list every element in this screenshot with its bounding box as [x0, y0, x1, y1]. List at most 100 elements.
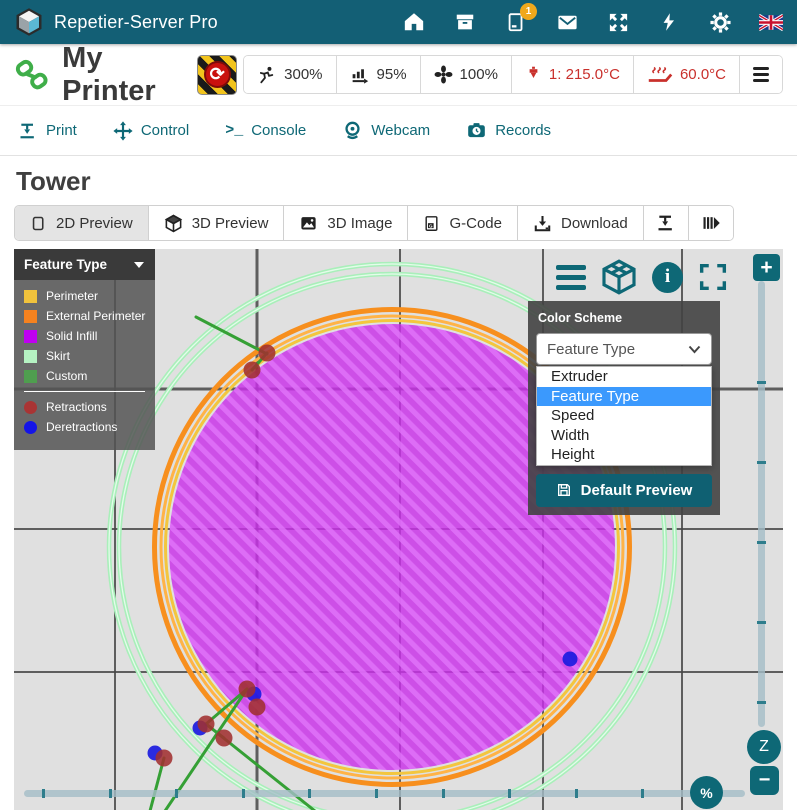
fan-value: 100% [460, 66, 498, 83]
legend-title: Feature Type [24, 257, 107, 272]
color-scheme-option[interactable]: Extruder [537, 367, 711, 387]
reset-icon: ⟳ [204, 61, 231, 88]
tab-label: Print [46, 122, 77, 139]
print-icon [18, 121, 38, 141]
slider-tick [641, 789, 644, 798]
printer-link-icon [14, 56, 50, 94]
zoom-out-button[interactable]: − [750, 766, 779, 795]
gcode-button[interactable]: G G-Code [408, 206, 518, 240]
settings-gear-icon[interactable] [708, 10, 732, 34]
reprint-button[interactable] [644, 206, 689, 240]
printer-tabs: Print Control >_ Console Webcam Records [0, 106, 797, 156]
color-scheme-option[interactable]: Feature Type [537, 387, 711, 407]
image-icon [299, 214, 318, 233]
bed-temp-chip[interactable]: 60.0°C [634, 56, 740, 93]
legend-item: External Perimeter [24, 309, 155, 323]
slider-tick [757, 381, 766, 384]
z-mode-button[interactable]: Z [747, 730, 781, 764]
color-scheme-select[interactable]: Feature Type [536, 333, 712, 365]
chevron-down-icon [688, 345, 701, 354]
tab-print[interactable]: Print [18, 121, 77, 141]
tab-records[interactable]: Records [466, 120, 551, 141]
fan-chip[interactable]: 100% [421, 56, 512, 93]
canvas-toolbar: i [556, 257, 730, 297]
slider-tick [308, 789, 311, 798]
tab-label: Webcam [371, 122, 430, 139]
power-bolt-icon[interactable] [657, 10, 681, 34]
default-preview-button[interactable]: Default Preview [536, 474, 712, 507]
zoom-in-button[interactable]: + [753, 254, 780, 281]
flow-chip[interactable]: 95% [337, 56, 421, 93]
extruder-nozzle-icon [525, 65, 542, 84]
button-label: 3D Preview [192, 215, 269, 232]
bed-temp-value: 60.0°C [680, 66, 726, 83]
legend-item: Deretractions [24, 420, 155, 434]
legend-item: Retractions [24, 400, 155, 414]
slider-tick [109, 789, 112, 798]
layer-play-button[interactable] [689, 206, 733, 240]
button-label: 2D Preview [56, 215, 133, 232]
slider-tick [242, 789, 245, 798]
svg-text:G: G [429, 223, 433, 228]
printer-menu-button[interactable] [740, 56, 782, 93]
legend-color-swatch [24, 330, 37, 343]
flow-value: 95% [377, 66, 407, 83]
percent-button[interactable]: % [690, 776, 723, 809]
view-3d-image-button[interactable]: 3D Image [284, 206, 408, 240]
speed-chip[interactable]: 300% [244, 56, 336, 93]
button-label: G-Code [449, 215, 502, 232]
webcam-icon [342, 120, 363, 141]
color-scheme-option[interactable]: Speed [537, 406, 711, 426]
print-queue-icon[interactable]: 1 [504, 10, 528, 34]
view-3d-preview-button[interactable]: 3D Preview [149, 206, 285, 240]
tab-console[interactable]: >_ Console [225, 122, 306, 139]
preview-toolbar: 2D Preview 3D Preview 3D Image G G-Code [14, 205, 734, 241]
home-icon[interactable] [402, 10, 426, 34]
legend-header-dropdown[interactable]: Feature Type [14, 249, 155, 280]
square-outline-icon [30, 214, 47, 233]
printer-header: My Printer ⟳ 300% 95% [0, 44, 797, 106]
extruder-temp-chip[interactable]: 1: 215.0°C [512, 56, 634, 93]
button-label: 3D Image [327, 215, 392, 232]
legend-color-swatch [24, 350, 37, 363]
preview-menu-icon[interactable] [556, 265, 586, 290]
selected-option: Feature Type [547, 341, 635, 358]
tab-control[interactable]: Control [113, 121, 189, 141]
tab-webcam[interactable]: Webcam [342, 120, 430, 141]
legend-item-label: External Perimeter [46, 309, 145, 323]
layers-play-icon [701, 213, 721, 233]
view-2d-preview-button[interactable]: 2D Preview [15, 206, 149, 240]
legend-item-label: Retractions [46, 400, 107, 414]
vertical-layer-slider[interactable] [758, 281, 765, 727]
slider-tick [175, 789, 178, 798]
slider-tick [375, 789, 378, 798]
printer-icon [656, 213, 676, 233]
color-scheme-label: Color Scheme [538, 311, 712, 325]
brand[interactable]: Repetier-Server Pro [14, 7, 218, 37]
info-icon[interactable]: i [652, 262, 683, 293]
color-scheme-option[interactable]: Height [537, 445, 711, 465]
job-title: Tower [16, 166, 797, 197]
feature-legend: Feature Type PerimeterExternal Perimeter… [14, 249, 155, 450]
fullscreen-icon[interactable] [696, 260, 730, 294]
records-camera-icon [466, 120, 487, 141]
emergency-stop-button[interactable]: ⟳ [197, 55, 237, 95]
messages-icon[interactable] [555, 10, 579, 34]
button-label: Download [561, 215, 628, 232]
download-button[interactable]: Download [518, 206, 644, 240]
cube-3d-icon[interactable] [599, 257, 639, 297]
slider-tick [575, 789, 578, 798]
horizontal-position-slider[interactable] [24, 790, 745, 797]
slider-tick [757, 541, 766, 544]
legend-item: Skirt [24, 349, 155, 363]
language-flag-icon[interactable] [759, 10, 783, 34]
gcode-2d-preview-canvas[interactable]: Feature Type PerimeterExternal Perimeter… [14, 249, 783, 810]
legend-color-swatch [24, 290, 37, 303]
color-scheme-option[interactable]: Width [537, 426, 711, 446]
archive-box-icon[interactable] [453, 10, 477, 34]
printer-name: My Printer [62, 42, 197, 108]
repetier-logo-icon [14, 7, 44, 37]
fullscreen-arrows-icon[interactable] [606, 10, 630, 34]
tab-label: Control [141, 122, 189, 139]
speed-runner-icon [257, 66, 277, 84]
